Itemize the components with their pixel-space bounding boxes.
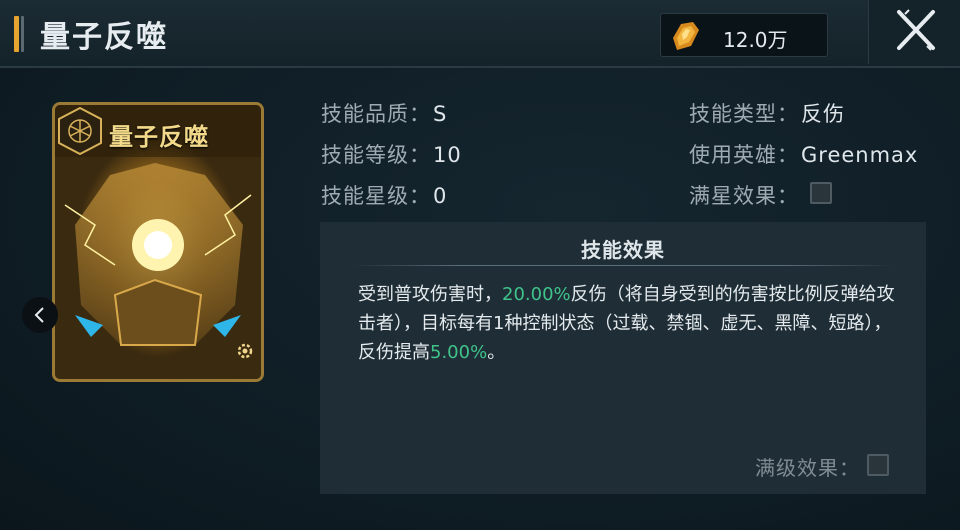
gear-icon (237, 343, 253, 359)
max-level-label: 满级效果： (755, 456, 860, 480)
skill-level: 技能等级：10 (321, 139, 462, 169)
effect-value-bonus: 5.00% (430, 342, 488, 363)
effect-text-part3: 。 (487, 342, 506, 363)
skill-level-value: 10 (433, 143, 462, 167)
skill-star: 技能星级：0 (321, 180, 447, 210)
max-level-checkbox[interactable] (867, 454, 889, 476)
close-icon (897, 9, 935, 51)
skill-level-label: 技能等级： (321, 143, 431, 167)
skill-hero-label: 使用英雄： (689, 143, 799, 167)
max-star-checkbox[interactable] (810, 182, 832, 204)
max-star-label: 满星效果： (689, 184, 799, 208)
skill-card-name: 量子反噬 (109, 122, 209, 151)
skill-star-value: 0 (433, 184, 448, 208)
skill-effect-description: 受到普攻伤害时，20.00%反伤（将自身受到的伤害按比例反弹给攻击者），目标每有… (358, 280, 898, 367)
divider (352, 265, 894, 266)
title-accent-bar (14, 16, 28, 52)
skill-type-label: 技能类型： (689, 102, 799, 126)
skill-quality-value: S (433, 102, 448, 126)
effect-text-part1: 受到普攻伤害时， (358, 284, 502, 305)
skill-type-value: 反伤 (801, 102, 845, 126)
skill-effect-title: 技能效果 (581, 238, 665, 262)
skill-type: 技能类型：反伤 (689, 98, 845, 128)
previous-button[interactable] (22, 297, 58, 333)
currency-display: 12.0万 (660, 13, 828, 57)
close-button[interactable] (868, 0, 960, 64)
crystal-icon (671, 20, 701, 52)
hexagon-emblem-icon (58, 106, 102, 156)
effect-value-reflect: 20.00% (502, 284, 571, 305)
skill-hero: 使用英雄：Greenmax (689, 139, 918, 169)
skill-quality: 技能品质：S (321, 98, 447, 128)
page-title: 量子反噬 (40, 20, 168, 55)
skill-hero-value: Greenmax (801, 143, 919, 167)
header-bar: 量子反噬 12.0万 (0, 0, 960, 68)
skill-effect-box: 技能效果 受到普攻伤害时，20.00%反伤（将自身受到的伤害按比例反弹给攻击者）… (320, 222, 926, 494)
skill-panel: 量子反噬 12.0万 量子反噬 技能品质：S 技能等级：10 技能星级：0 技能… (0, 0, 960, 530)
chevron-left-icon (34, 307, 44, 323)
skill-quality-label: 技能品质： (321, 102, 431, 126)
skill-star-label: 技能星级： (321, 184, 431, 208)
currency-value: 12.0万 (723, 28, 788, 52)
skill-card: 量子反噬 (52, 102, 264, 382)
max-star-effect: 满星效果： (689, 180, 799, 210)
